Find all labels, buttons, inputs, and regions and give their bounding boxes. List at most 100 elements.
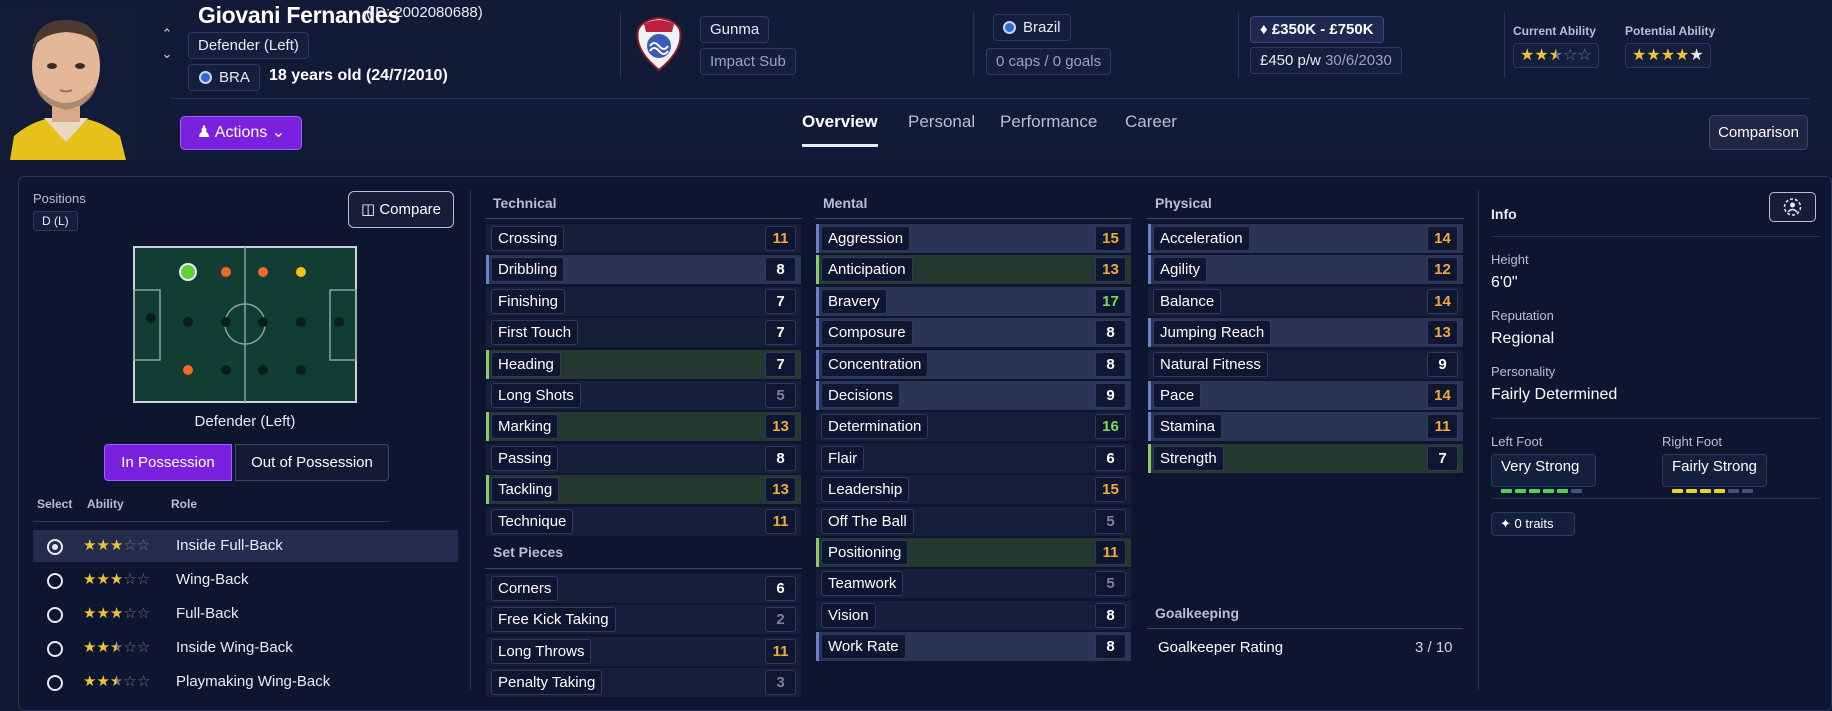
comparison-button[interactable]: Comparison [1709, 115, 1808, 150]
attribute-row[interactable]: Free Kick Taking 2 [486, 605, 801, 635]
attribute-name: Work Rate [821, 634, 906, 660]
tab-overview[interactable]: Overview [802, 112, 878, 147]
attribute-row[interactable]: Long Throws 11 [486, 636, 801, 666]
traits-button[interactable]: ✦ 0 traits [1491, 512, 1575, 536]
attribute-row[interactable]: Crossing 11 [486, 224, 801, 253]
attribute-row[interactable]: Tackling 13 [486, 475, 801, 505]
right-foot-rating: Fairly Strong [1662, 454, 1767, 493]
role-radio[interactable] [47, 641, 63, 657]
attribute-value: 13 [1427, 320, 1458, 346]
attribute-row[interactable]: Acceleration 14 [1148, 224, 1463, 253]
position-title: Defender (Left) [194, 413, 296, 430]
attribute-row[interactable]: Passing 8 [486, 443, 801, 473]
attribute-value: 14 [1427, 226, 1458, 251]
potential-ability-stars: ★★★★★ [1625, 43, 1711, 68]
club-badge-icon[interactable] [632, 14, 686, 74]
role-ability-stars: ★★★☆☆ [83, 673, 151, 690]
attribute-name: Decisions [821, 383, 901, 408]
attribute-name: Determination [821, 414, 929, 440]
attribute-row[interactable]: Bravery 17 [816, 286, 1131, 316]
attribute-row[interactable]: Agility 12 [1148, 255, 1463, 285]
attribute-row[interactable]: Marking 13 [486, 412, 801, 442]
role-name: Inside Wing-Back [176, 639, 293, 656]
attribute-row[interactable]: Concentration 8 [816, 349, 1131, 379]
nationality-chip[interactable]: BRA [188, 64, 260, 91]
attribute-row[interactable]: Dribbling 8 [486, 255, 801, 285]
role-row[interactable]: ★★★☆☆ Playmaking Wing-Back [33, 666, 458, 698]
player-id: (ID: 2002080688) [366, 4, 483, 21]
attribute-value: 7 [765, 288, 796, 314]
tab-performance[interactable]: Performance [1000, 112, 1097, 144]
attribute-name: Crossing [491, 226, 565, 251]
attribute-name: First Touch [491, 320, 579, 346]
positions-label: Positions [33, 191, 86, 206]
role-name: Wing-Back [176, 571, 249, 588]
in-possession-toggle[interactable]: In Possession [104, 444, 232, 481]
attribute-name: Off The Ball [821, 508, 914, 534]
role-radio[interactable] [47, 675, 63, 691]
person-icon: ♟ [196, 124, 212, 141]
attribute-row[interactable]: Work Rate 8 [816, 632, 1131, 662]
attribute-name: Heading [491, 351, 561, 377]
player-photo [0, 8, 132, 160]
attribute-row[interactable]: First Touch 7 [486, 318, 801, 348]
role-row[interactable]: ★★★☆☆ Inside Wing-Back [33, 632, 458, 664]
foot-level-bar [1686, 489, 1697, 493]
attribute-name: Technique [491, 508, 574, 534]
attribute-row[interactable]: Flair 6 [816, 443, 1131, 473]
attribute-row[interactable]: Positioning 11 [816, 538, 1131, 567]
role-ability-stars: ★★★☆☆ [83, 605, 151, 622]
out-of-possession-toggle[interactable]: Out of Possession [235, 444, 389, 481]
info-options-button[interactable] [1769, 192, 1816, 222]
foot-level-bar [1700, 489, 1711, 493]
attribute-row[interactable]: Anticipation 13 [816, 255, 1131, 285]
attribute-value: 8 [1095, 634, 1126, 660]
country-chip[interactable]: Brazil [993, 14, 1071, 41]
role-radio[interactable] [47, 573, 63, 589]
attribute-name: Marking [491, 414, 559, 440]
role-radio[interactable] [47, 539, 63, 555]
attribute-row[interactable]: Balance 14 [1148, 286, 1463, 316]
attribute-row[interactable]: Natural Fitness 9 [1148, 349, 1463, 379]
role-row[interactable]: ★★★☆☆ Full-Back [33, 598, 458, 630]
club-name-link[interactable]: Gunma [700, 16, 770, 43]
next-player-arrow-icon[interactable]: ⌄ [158, 45, 176, 63]
attribute-row[interactable]: Decisions 9 [816, 381, 1131, 410]
tab-career[interactable]: Career [1125, 112, 1177, 144]
attribute-row[interactable]: Penalty Taking 3 [486, 668, 801, 698]
position-pitch[interactable] [133, 246, 357, 403]
role-radio[interactable] [47, 607, 63, 623]
attribute-row[interactable]: Technique 11 [486, 506, 801, 536]
divider [1238, 12, 1239, 78]
attribute-row[interactable]: Aggression 15 [816, 224, 1131, 253]
attribute-row[interactable]: Composure 8 [816, 318, 1131, 348]
right-foot-value: Fairly Strong [1672, 458, 1758, 475]
foot-level-bar [1672, 489, 1683, 493]
attribute-row[interactable]: Finishing 7 [486, 286, 801, 316]
attribute-row[interactable]: Corners 6 [486, 574, 801, 603]
transfer-value-chip: ♦ £350K - £750K [1250, 16, 1384, 43]
attribute-row[interactable]: Vision 8 [816, 600, 1131, 630]
attribute-row[interactable]: Teamwork 5 [816, 569, 1131, 599]
actions-button[interactable]: ♟ Actions ⌄ [180, 116, 302, 150]
role-row[interactable]: ★★★☆☆ Wing-Back [33, 564, 458, 596]
role-ability-stars: ★★★☆☆ [83, 571, 151, 588]
previous-player-arrow-icon[interactable]: ⌃ [158, 25, 176, 43]
attribute-value: 8 [1095, 320, 1126, 346]
attribute-value: 5 [1095, 508, 1126, 534]
attribute-name: Aggression [821, 226, 911, 251]
attribute-row[interactable]: Off The Ball 5 [816, 506, 1131, 536]
attribute-value: 9 [1095, 383, 1126, 408]
attribute-row[interactable]: Jumping Reach 13 [1148, 318, 1463, 348]
attribute-row[interactable]: Stamina 11 [1148, 412, 1463, 442]
attribute-row[interactable]: Pace 14 [1148, 381, 1463, 410]
attribute-row[interactable]: Strength 7 [1148, 443, 1463, 473]
attribute-row[interactable]: Leadership 15 [816, 475, 1131, 505]
attribute-row[interactable]: Determination 16 [816, 412, 1131, 442]
attribute-row[interactable]: Long Shots 5 [486, 381, 801, 410]
attribute-row[interactable]: Heading 7 [486, 349, 801, 379]
compare-button[interactable]: ◫ Compare [348, 191, 454, 228]
role-row[interactable]: ★★★☆☆ Inside Full-Back [33, 530, 458, 562]
tab-personal[interactable]: Personal [908, 112, 975, 144]
attribute-name: Strength [1153, 445, 1224, 471]
